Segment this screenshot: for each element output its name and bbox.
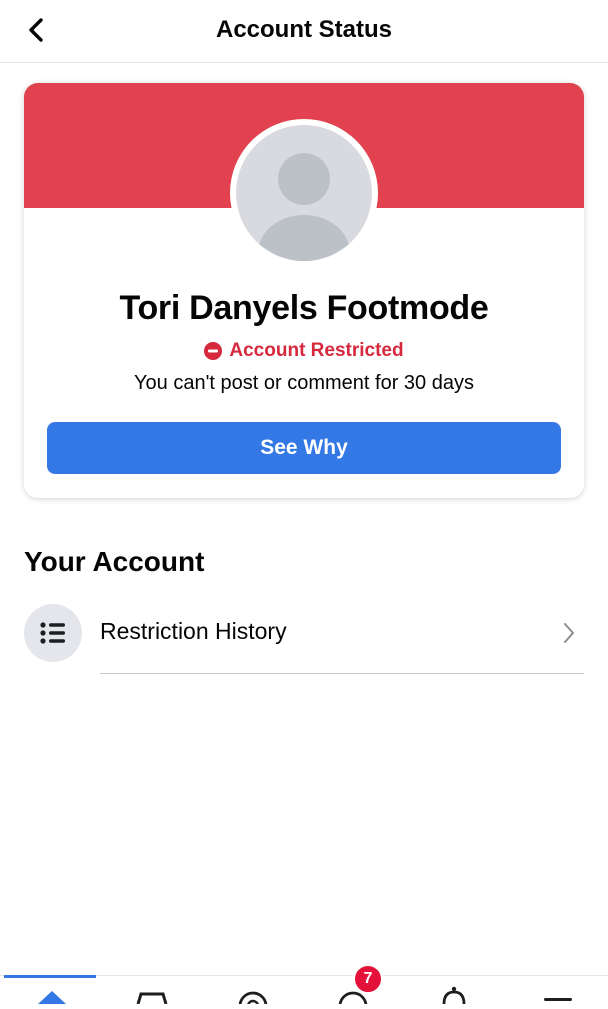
restriction-history-item[interactable]: Restriction History — [0, 600, 608, 674]
notifications-icon — [442, 986, 466, 1005]
bottom-tab-bar: 7 — [0, 964, 608, 1009]
tab-menu[interactable] — [536, 984, 580, 1001]
status-label: Account Restricted — [229, 340, 404, 361]
tab-home[interactable] — [30, 984, 74, 1004]
divider — [100, 673, 584, 674]
tab-notifications[interactable] — [432, 984, 476, 1005]
notification-count-badge: 7 — [353, 964, 383, 994]
section-title: Your Account — [24, 546, 205, 577]
tab-watch[interactable] — [231, 984, 275, 1009]
menu-icon — [544, 998, 572, 1001]
home-icon — [38, 991, 66, 1004]
see-why-button[interactable]: See Why — [47, 422, 561, 474]
active-tab-indicator — [4, 975, 96, 978]
page-title: Account Status — [215, 16, 392, 43]
status-description: You can't post or comment for 30 days — [134, 372, 474, 394]
list-icon-container — [24, 604, 82, 662]
no-entry-icon — [204, 342, 223, 360]
chevron-right-icon — [564, 623, 574, 643]
avatar-photo-placeholder — [236, 125, 372, 261]
profile-avatar[interactable] — [230, 119, 378, 267]
list-icon — [40, 622, 65, 644]
person-silhouette-icon — [258, 153, 350, 261]
profile-name: Tori Danyels Footmode — [119, 289, 489, 327]
tab-profile[interactable]: 7 — [331, 964, 383, 1009]
restriction-history-label: Restriction History — [100, 618, 287, 644]
account-status-card: Tori Danyels Footmode Account Restricted… — [24, 83, 584, 498]
marketplace-icon — [136, 992, 168, 1005]
watch-icon — [238, 991, 268, 1009]
account-status: Account Restricted — [24, 340, 584, 362]
tab-marketplace[interactable] — [130, 984, 174, 1005]
top-navigation-bar: Account Status — [0, 0, 608, 63]
